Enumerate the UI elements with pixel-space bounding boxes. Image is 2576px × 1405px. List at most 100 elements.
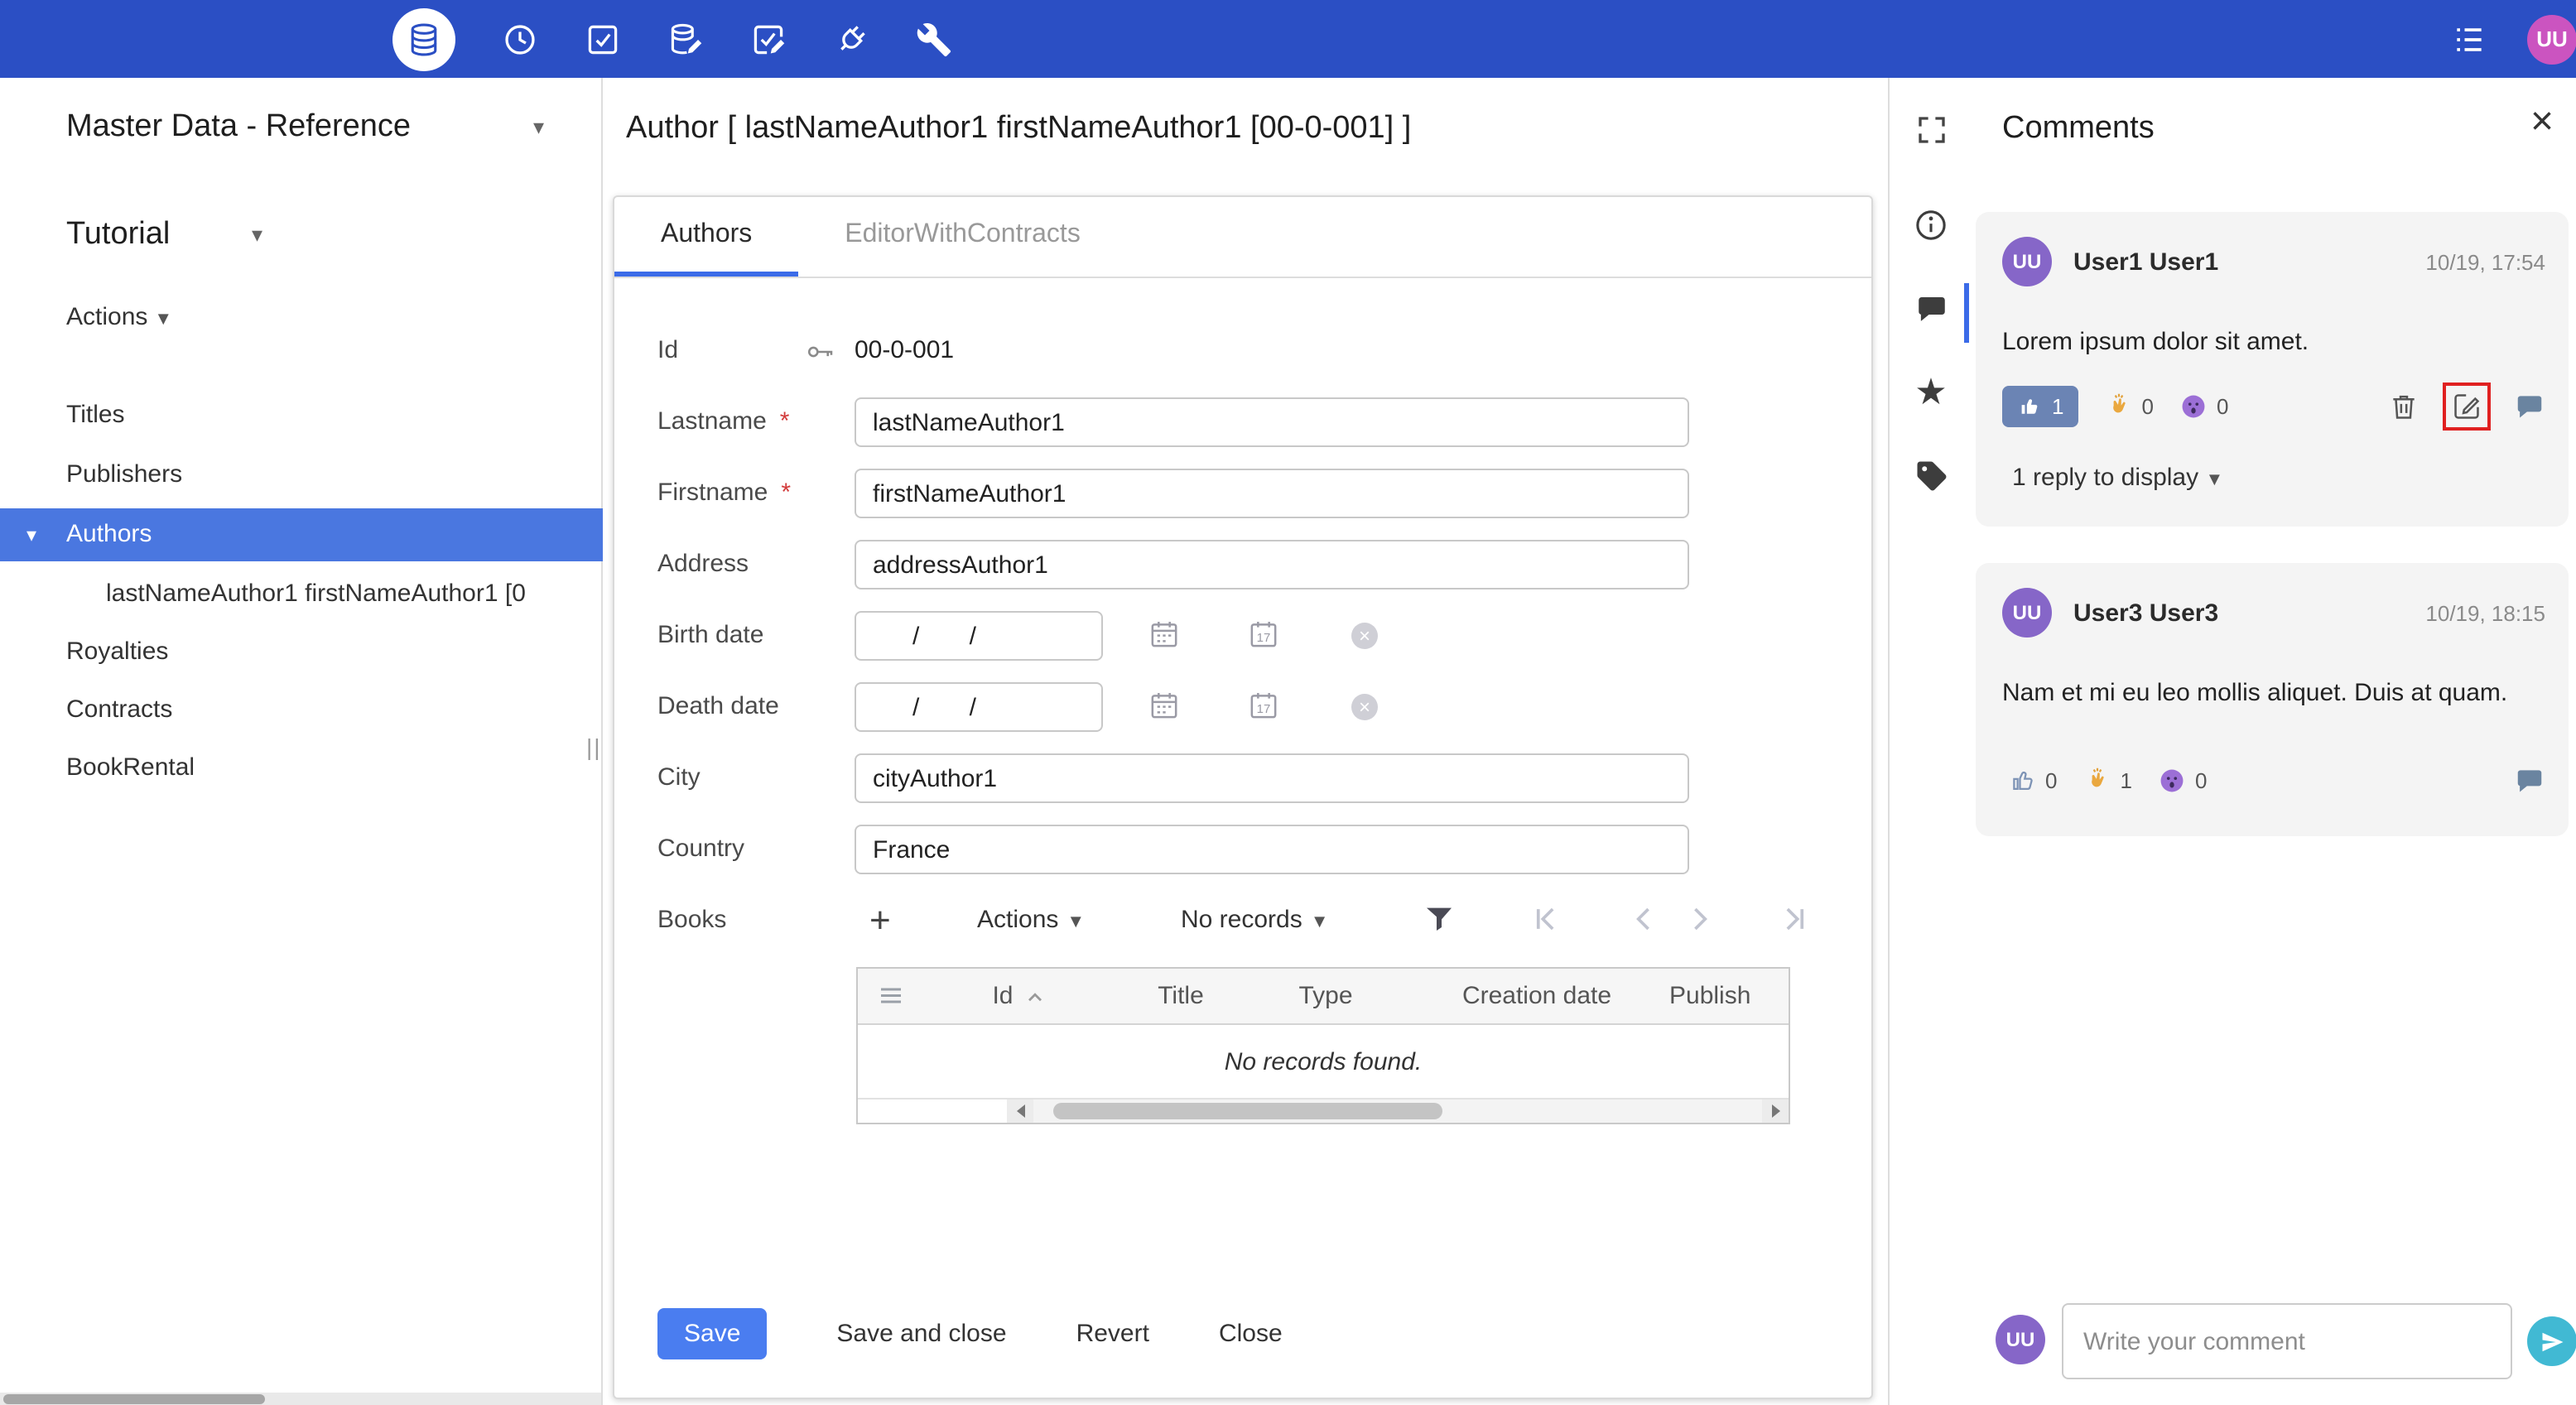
sort-asc-icon xyxy=(1028,992,1042,1001)
tab-authors[interactable]: Authors xyxy=(614,197,799,277)
scrollbar-thumb[interactable] xyxy=(1053,1103,1442,1119)
comment-input[interactable] xyxy=(2062,1303,2512,1379)
books-actions-dropdown[interactable]: Actions ▼ xyxy=(977,906,1085,934)
tasks-check-icon[interactable] xyxy=(585,21,621,57)
close-button[interactable]: Close xyxy=(1219,1320,1283,1348)
app-title-caret-icon[interactable]: ▾ xyxy=(533,114,544,141)
death-date-field[interactable] xyxy=(855,682,1103,732)
filter-icon[interactable] xyxy=(1423,902,1456,936)
revert-button[interactable]: Revert xyxy=(1076,1320,1149,1348)
database-edit-icon[interactable] xyxy=(667,21,704,57)
clap-count: 0 xyxy=(2141,394,2154,419)
key-icon xyxy=(805,336,836,368)
sidebar-item-author-record[interactable]: lastNameAuthor1 firstNameAuthor1 [0 xyxy=(0,568,603,621)
like-button[interactable]: 0 xyxy=(2009,767,2057,795)
field-row-firstname: Firstname * xyxy=(614,469,1871,518)
scroll-right-button[interactable] xyxy=(1762,1099,1789,1123)
birth-date-field[interactable] xyxy=(855,611,1103,661)
send-comment-button[interactable] xyxy=(2527,1316,2576,1366)
sidebar-item-publishers[interactable]: Publishers xyxy=(0,449,603,502)
expand-panel-icon[interactable] xyxy=(1911,109,1951,149)
like-count: 0 xyxy=(2045,768,2058,793)
comment-author: User3 User3 xyxy=(2073,599,2219,627)
required-asterisk: * xyxy=(779,407,790,435)
reply-comment-icon[interactable] xyxy=(2514,765,2545,796)
sidebar-actions-dropdown[interactable]: Actions ▼ xyxy=(66,303,172,331)
clap-button[interactable]: 0 xyxy=(2105,392,2154,421)
calendar-icon[interactable] xyxy=(1148,689,1181,722)
country-field[interactable] xyxy=(855,825,1689,874)
tab-editorwithcontracts[interactable]: EditorWithContracts xyxy=(798,197,1127,277)
delete-comment-icon[interactable] xyxy=(2388,391,2420,422)
info-icon[interactable] xyxy=(1911,205,1951,245)
sidebar-resize-handle[interactable]: || xyxy=(586,734,602,760)
previous-page-icon[interactable] xyxy=(1626,901,1663,937)
comment-text: Lorem ipsum dolor sit amet. xyxy=(2002,328,2309,356)
comments-tab-icon[interactable] xyxy=(1911,288,1951,328)
tag-icon[interactable] xyxy=(1911,455,1951,495)
save-button[interactable]: Save xyxy=(657,1308,768,1359)
caret-down-icon: ▼ xyxy=(2205,470,2224,490)
show-replies-toggle[interactable]: 1 reply to display ▼ xyxy=(2012,464,2223,492)
sidebar-item-titles[interactable]: Titles xyxy=(0,389,603,442)
scroll-left-button[interactable] xyxy=(1007,1099,1033,1123)
sidebar-item-royalties[interactable]: Royalties xyxy=(0,626,603,679)
avatar: UU xyxy=(2002,237,2052,286)
form-actions: Save Save and close Revert Close xyxy=(657,1308,1283,1359)
tree-expand-caret-icon[interactable]: ▾ xyxy=(26,508,36,561)
column-header-creation-date[interactable]: Creation date xyxy=(1404,982,1669,1010)
lastname-field[interactable] xyxy=(855,397,1689,447)
first-page-icon[interactable] xyxy=(1527,901,1563,937)
reply-comment-icon[interactable] xyxy=(2514,391,2545,422)
sidebar-item-contracts[interactable]: Contracts xyxy=(0,684,603,737)
death-date-label: Death date xyxy=(657,692,779,720)
sidebar-item-authors[interactable]: ▾ Authors xyxy=(0,508,603,561)
plug-icon[interactable] xyxy=(833,21,869,57)
active-tab-indicator xyxy=(1964,283,1969,343)
address-field[interactable] xyxy=(855,540,1689,589)
column-header-publisher[interactable]: Publish xyxy=(1669,982,1789,1010)
field-row-country: Country xyxy=(614,825,1871,874)
clap-button[interactable]: 1 xyxy=(2083,767,2132,795)
user-avatar[interactable]: UU xyxy=(2527,14,2576,64)
column-header-id[interactable]: Id xyxy=(924,982,1115,1010)
last-page-icon[interactable] xyxy=(1777,901,1813,937)
sidebar-item-bookrental[interactable]: BookRental xyxy=(0,742,603,795)
close-panel-icon[interactable]: × xyxy=(2530,102,2554,142)
save-and-close-button[interactable]: Save and close xyxy=(836,1320,1006,1348)
star-icon[interactable]: ★ xyxy=(1911,371,1951,412)
sidebar-horizontal-scrollbar[interactable] xyxy=(0,1393,601,1405)
column-header-type[interactable]: Type xyxy=(1247,982,1404,1010)
calendar-today-icon[interactable]: 17 xyxy=(1247,689,1280,722)
scrollbar-thumb[interactable] xyxy=(3,1394,265,1404)
history-clock-icon[interactable] xyxy=(502,21,538,57)
top-bar: UU xyxy=(0,0,2576,78)
calendar-icon[interactable] xyxy=(1148,618,1181,651)
lastname-label: Lastname * xyxy=(657,407,790,435)
firstname-field[interactable] xyxy=(855,469,1689,518)
tasks-edit-icon[interactable] xyxy=(750,21,787,57)
like-button[interactable]: 1 xyxy=(2002,386,2079,427)
clear-date-icon[interactable]: × xyxy=(1351,623,1378,649)
workspace-caret-icon[interactable]: ▾ xyxy=(252,222,262,248)
sidebar: Master Data - Reference ▾ Tutorial ▾ Act… xyxy=(0,78,603,1405)
city-field[interactable] xyxy=(855,753,1689,803)
books-records-dropdown[interactable]: No records ▼ xyxy=(1181,906,1329,934)
comment-composer: UU xyxy=(1976,1290,2576,1393)
database-icon[interactable] xyxy=(392,7,455,70)
add-book-button[interactable]: + xyxy=(869,897,891,944)
list-icon[interactable] xyxy=(2451,21,2487,57)
calendar-today-icon[interactable]: 17 xyxy=(1247,618,1280,651)
edit-comment-icon[interactable] xyxy=(2451,391,2482,422)
row-menu-icon[interactable] xyxy=(858,981,924,1011)
wrench-icon[interactable] xyxy=(916,21,952,57)
next-page-icon[interactable] xyxy=(1681,901,1717,937)
wow-button[interactable]: 0 xyxy=(2180,392,2228,421)
wow-button[interactable]: 0 xyxy=(2159,767,2207,795)
comment-text: Nam et mi eu leo mollis aliquet. Duis at… xyxy=(2002,679,2508,707)
scrollbar-track[interactable] xyxy=(1033,1099,1762,1123)
workspace-title[interactable]: Tutorial xyxy=(66,217,170,253)
city-label: City xyxy=(657,763,701,792)
clear-date-icon[interactable]: × xyxy=(1351,694,1378,720)
column-header-title[interactable]: Title xyxy=(1115,982,1247,1010)
